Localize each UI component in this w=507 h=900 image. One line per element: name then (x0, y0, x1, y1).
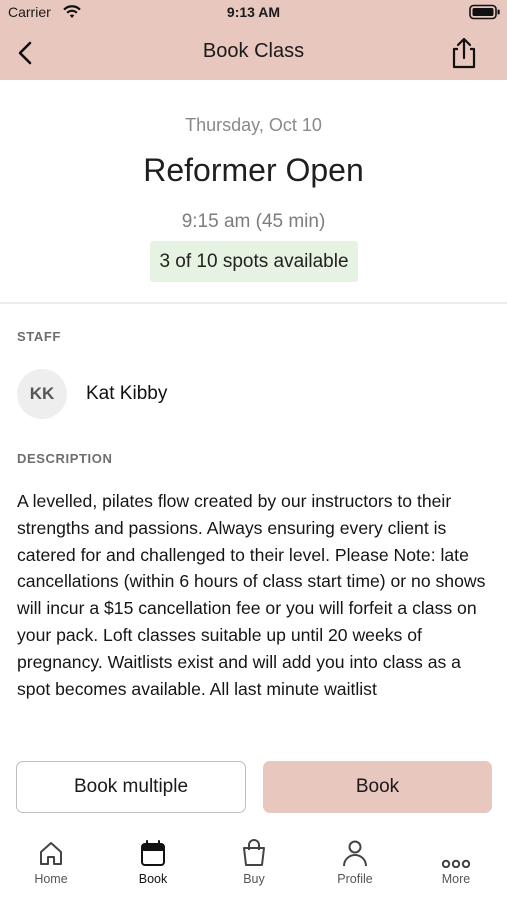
tab-book[interactable]: Book (108, 838, 198, 900)
class-date: Thursday, Oct 10 (185, 115, 322, 135)
staff-section-label: STAFF (17, 329, 61, 344)
navigation-bar: Book Class (0, 28, 507, 78)
share-icon[interactable] (449, 36, 479, 70)
tab-home[interactable]: Home (6, 838, 96, 900)
book-multiple-button[interactable]: Book multiple (16, 761, 246, 813)
header-divider (0, 302, 507, 304)
page-title: Book Class (202, 40, 305, 62)
tab-bar: Home Book Buy Profile More (0, 838, 507, 900)
shopping-bag-icon (239, 838, 269, 868)
tab-profile-label: Profile (337, 872, 373, 886)
home-icon (36, 838, 66, 868)
description-text: A levelled, pilates flow created by our … (17, 491, 486, 699)
staff-avatar: KK (17, 369, 67, 419)
tab-buy[interactable]: Buy (209, 838, 299, 900)
tab-book-label: Book (138, 872, 168, 886)
battery-icon (469, 4, 501, 23)
person-icon (340, 838, 370, 868)
calendar-icon (138, 838, 168, 868)
class-name: Reformer Open (143, 152, 364, 188)
spots-badge: 3 of 10 spots available (150, 241, 358, 282)
class-time: 9:15 am (45 min) (181, 211, 326, 232)
tab-profile[interactable]: Profile (310, 838, 400, 900)
tab-home-label: Home (34, 872, 68, 886)
tab-more-label: More (441, 872, 471, 886)
tab-buy-label: Buy (243, 872, 265, 886)
more-dots-icon (441, 838, 471, 869)
tab-more[interactable]: More (411, 838, 501, 900)
staff-name[interactable]: Kat Kibby (86, 383, 167, 405)
status-bar: Carrier 9:13 AM (0, 0, 507, 26)
description-section-label: DESCRIPTION (17, 451, 113, 466)
status-time: 9:13 AM (226, 4, 281, 20)
book-button[interactable]: Book (263, 761, 492, 813)
